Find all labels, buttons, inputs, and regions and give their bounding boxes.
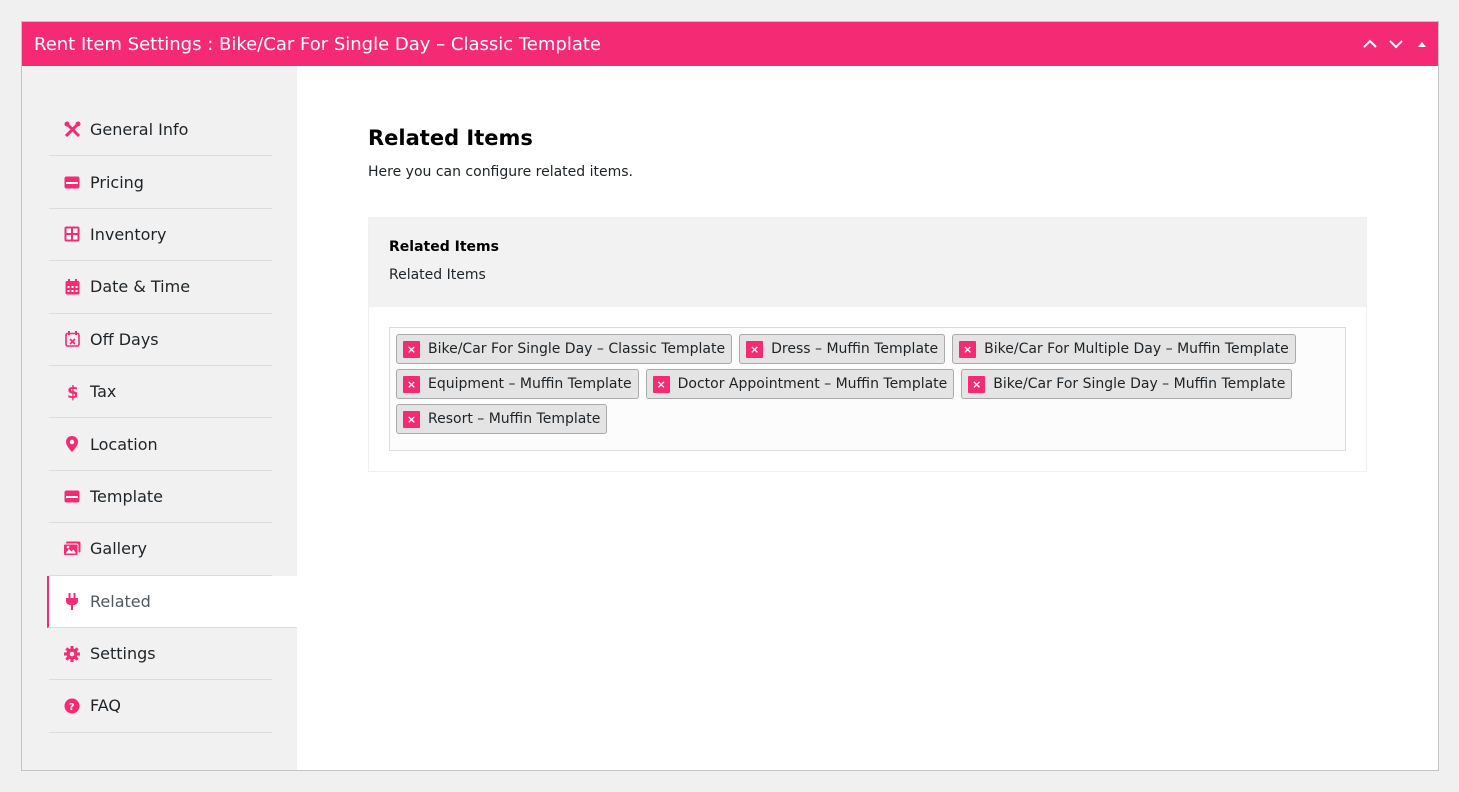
selected-tag: × Doctor Appointment – Muffin Template [645, 369, 955, 399]
sidebar-item-inventory[interactable]: Inventory [49, 209, 272, 262]
question-circle-icon: ? [63, 697, 81, 715]
selected-tag: × Equipment – Muffin Template [396, 369, 639, 399]
map-pin-icon [63, 435, 81, 453]
sidebar-item-date-time[interactable]: Date & Time [49, 261, 272, 314]
header-controls [1360, 22, 1432, 66]
box-title: Related Items [389, 239, 499, 255]
chevron-down-icon[interactable] [1386, 34, 1406, 54]
sidebar-item-label: Off Days [90, 329, 159, 349]
credit-card-icon [63, 487, 81, 505]
sidebar-item-label: Settings [90, 644, 156, 664]
remove-tag-button[interactable]: × [403, 375, 420, 393]
images-icon [63, 540, 81, 558]
dollar-icon: $ [63, 383, 81, 401]
panel-header: Rent Item Settings : Bike/Car For Single… [22, 22, 1438, 66]
selected-tag: × Dress – Muffin Template [739, 334, 946, 364]
tag-label: Resort – Muffin Template [428, 411, 601, 427]
remove-tag-button[interactable]: × [746, 340, 764, 358]
sidebar-item-label: Inventory [90, 224, 167, 244]
sidebar-item-label: Template [90, 486, 164, 506]
svg-text:?: ? [69, 702, 75, 713]
triangle-up-icon[interactable] [1412, 34, 1432, 54]
related-items-select[interactable]: × Bike/Car For Single Day – Classic Temp… [389, 327, 1346, 451]
sidebar-item-settings[interactable]: Settings [49, 628, 272, 681]
selected-tag: × Resort – Muffin Template [396, 404, 608, 434]
sidebar-item-label: Pricing [90, 172, 144, 192]
box-header: Related Items Related Items [369, 218, 1366, 307]
settings-panel: Rent Item Settings : Bike/Car For Single… [21, 21, 1439, 771]
tag-label: Bike/Car For Single Day – Muffin Templat… [993, 376, 1286, 392]
tag-label: Bike/Car For Single Day – Classic Templa… [428, 341, 726, 357]
credit-card-icon [63, 173, 81, 191]
sidebar-item-pricing[interactable]: Pricing [49, 156, 272, 209]
box-subtitle: Related Items [389, 267, 486, 283]
plug-icon [63, 592, 81, 610]
related-items-box: Related Items Related Items × Bike/Car F… [368, 217, 1367, 472]
gear-icon [63, 645, 81, 663]
chevron-up-icon[interactable] [1360, 34, 1380, 54]
sidebar-item-label: General Info [90, 120, 189, 140]
remove-tag-button[interactable]: × [959, 340, 977, 358]
tag-label: Doctor Appointment – Muffin Template [677, 376, 948, 392]
page-description: Here you can configure related items. [368, 164, 633, 180]
remove-tag-button[interactable]: × [403, 410, 420, 428]
sidebar-item-label: Gallery [90, 539, 147, 559]
sidebar-item-label: Location [90, 434, 158, 454]
sidebar: General Info Pricing Inventory Date & Ti… [22, 66, 297, 770]
selected-tag: × Bike/Car For Single Day – Classic Temp… [396, 334, 733, 364]
sidebar-item-label: Related [90, 591, 151, 611]
tag-label: Bike/Car For Multiple Day – Muffin Templ… [984, 341, 1289, 357]
sidebar-item-label: FAQ [90, 696, 121, 716]
tag-label: Equipment – Muffin Template [428, 376, 632, 392]
tag-label: Dress – Muffin Template [771, 341, 939, 357]
svg-text:$: $ [67, 383, 77, 401]
sidebar-item-gallery[interactable]: Gallery [49, 523, 272, 576]
calendar-icon [63, 278, 81, 296]
sidebar-item-related[interactable]: Related [47, 575, 297, 628]
remove-tag-button[interactable]: × [403, 340, 420, 358]
remove-tag-button[interactable]: × [968, 375, 986, 393]
sidebar-item-template[interactable]: Template [49, 471, 272, 524]
sidebar-item-faq[interactable]: ? FAQ [49, 680, 272, 733]
sidebar-item-tax[interactable]: $ Tax [49, 366, 272, 419]
remove-tag-button[interactable]: × [652, 375, 670, 393]
grid-icon [63, 225, 81, 243]
sidebar-item-label: Date & Time [90, 277, 191, 297]
sidebar-item-location[interactable]: Location [49, 418, 272, 471]
sidebar-item-off-days[interactable]: Off Days [49, 314, 272, 366]
selected-tag: × Bike/Car For Single Day – Muffin Templ… [961, 369, 1293, 399]
page-title: Related Items [368, 126, 533, 150]
calendar-x-icon [63, 330, 81, 348]
selected-tag: × Bike/Car For Multiple Day – Muffin Tem… [952, 334, 1296, 364]
tools-icon [63, 121, 81, 139]
sidebar-item-label: Tax [90, 382, 117, 402]
panel-title: Rent Item Settings : Bike/Car For Single… [34, 33, 601, 55]
main-content: Related Items Here you can configure rel… [297, 66, 1438, 770]
sidebar-item-general-info[interactable]: General Info [49, 104, 272, 157]
